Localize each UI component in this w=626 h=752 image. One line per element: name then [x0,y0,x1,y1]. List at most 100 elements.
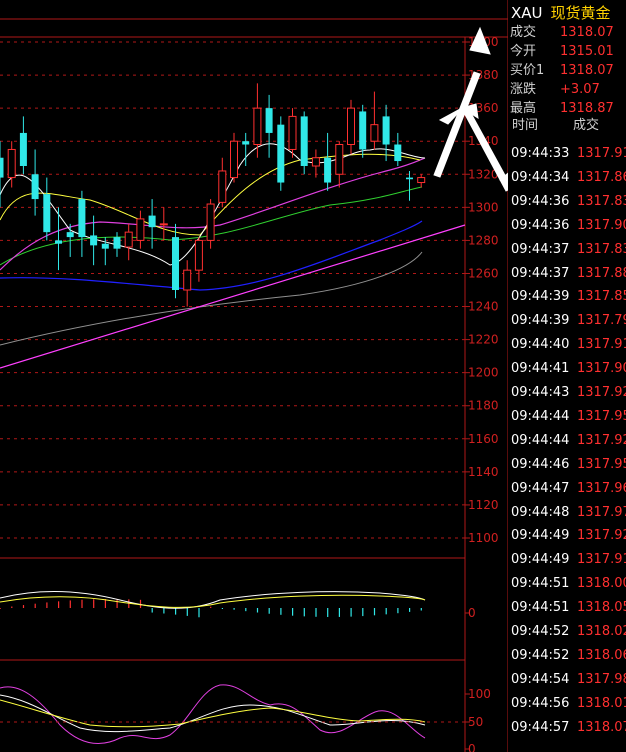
tick-time: 09:44:44 [511,432,570,448]
tick-time: 09:44:36 [511,217,570,233]
tick-row[interactable]: 09:44:57 1318.07 [509,718,626,738]
tick-time: 09:44:54 [511,671,570,687]
candle [183,260,192,307]
macd-bar [268,608,270,614]
candle [148,199,156,249]
price-chart[interactable]: 1400138013601340132013001280126012401220… [0,0,508,752]
tick-price: 1317.95 [577,456,626,472]
tick-row[interactable]: 09:44:52 1318.02 [509,622,626,642]
tick-time: 09:44:34 [511,169,570,185]
tick-price: 1317.97 [577,504,626,520]
tick-row[interactable]: 09:44:46 1317.95 [509,455,626,475]
tick-row[interactable]: 09:44:39 1317.79 [509,311,626,331]
tick-price: 1317.90 [577,361,626,377]
tick-price: 1317.92 [577,528,626,544]
ticks-header-price: 成交 [573,118,600,133]
price-tick-label: 1260 [468,266,499,280]
tick-row[interactable]: 09:44:33 1317.91 [509,144,626,164]
macd-bar [139,599,142,608]
tick-time: 09:44:47 [511,480,570,496]
tick-row[interactable]: 09:44:40 1317.91 [509,335,626,355]
macd-bar [11,606,13,608]
tick-price: 1317.90 [577,217,626,233]
tick-time: 09:44:41 [511,361,570,377]
tick-row[interactable]: 09:44:51 1318.05 [509,598,626,618]
tick-time: 09:44:37 [511,241,570,257]
price-tick-label: 1280 [468,233,499,247]
tick-row[interactable]: 09:44:36 1317.90 [509,216,626,236]
tick-row[interactable]: 09:44:41 1317.90 [509,359,626,379]
macd-bar [163,608,165,614]
candle [370,91,379,150]
quote-label: 涨跌 [510,82,537,97]
tick-time: 09:44:37 [511,265,570,281]
indicator-tick-label: 50 [468,715,483,729]
tick-row[interactable]: 09:44:56 1318.01 [509,694,626,714]
candle [194,237,203,282]
indicator-tick-label: 0 [468,606,476,620]
kdj-k-line [0,694,426,733]
tick-row[interactable]: 09:44:43 1317.92 [509,383,626,403]
macd-histogram [0,599,422,618]
tick-price: 1317.92 [577,432,626,448]
candle [172,223,179,299]
price-tick-label: 1160 [468,432,499,446]
kdj-panel [0,684,426,745]
price-tick-label: 1120 [468,498,499,512]
macd-bar [58,601,60,608]
candle [347,99,355,155]
macd-bar [198,608,200,618]
price-gridlines [0,41,465,539]
tick-price: 1317.95 [577,408,626,424]
macd-bar [315,608,317,617]
tick-price: 1317.79 [577,313,626,329]
candle [277,116,285,191]
macd-bar [303,608,305,617]
tick-row[interactable]: 09:44:51 1318.00 [509,574,626,594]
candle [382,104,390,162]
tick-row[interactable]: 09:44:37 1317.88 [509,264,626,284]
tick-row[interactable]: 09:44:49 1317.92 [509,526,626,546]
candle [218,157,227,208]
tick-row[interactable]: 09:44:49 1317.91 [509,550,626,570]
candle [265,94,273,158]
candle [159,207,168,241]
quote-row: 涨跌 +3.07 [509,81,626,99]
macd-bar [385,608,387,615]
candle [136,210,145,249]
quote-row: 买价1 1318.07 [509,62,626,80]
tick-price: 1317.96 [577,480,626,496]
tick-price: 1317.92 [577,385,626,400]
candle [19,116,27,175]
tick-row[interactable]: 09:44:36 1317.83 [509,192,626,212]
tick-time: 09:44:51 [511,600,570,616]
tick-row[interactable]: 09:44:37 1317.83 [509,240,626,260]
tick-price: 1318.02 [577,624,626,639]
tick-price: 1318.01 [577,695,626,711]
tick-time: 09:44:33 [511,146,570,161]
symbol-code: XAU [511,4,543,22]
tick-row[interactable]: 09:44:44 1317.92 [509,431,626,451]
tick-time: 09:44:39 [511,289,570,305]
macd-bar [397,608,399,614]
candle [230,132,238,183]
tick-row[interactable]: 09:44:48 1317.97 [509,503,626,523]
candle [288,108,297,158]
macd-bar [350,608,352,617]
tick-time: 09:44:57 [511,719,570,735]
quote-row: 今开 1315.01 [509,43,626,61]
price-tick-label: 1220 [468,333,499,347]
tick-row[interactable]: 09:44:34 1317.86 [509,168,626,188]
tick-price: 1317.91 [577,552,626,568]
indicator-tick-label: 0 [468,742,476,752]
tick-price: 1317.85 [577,289,626,305]
tick-row[interactable]: 09:44:39 1317.85 [509,287,626,307]
tick-row[interactable]: 09:44:47 1317.96 [509,479,626,499]
tick-row[interactable]: 09:44:54 1317.98 [509,670,626,690]
macd-bar [338,608,340,617]
tick-row[interactable]: 09:44:44 1317.95 [509,407,626,427]
tick-row[interactable]: 09:44:52 1318.06 [509,646,626,666]
candle [43,177,51,241]
tick-time: 09:44:52 [511,624,570,639]
candle [335,141,344,188]
